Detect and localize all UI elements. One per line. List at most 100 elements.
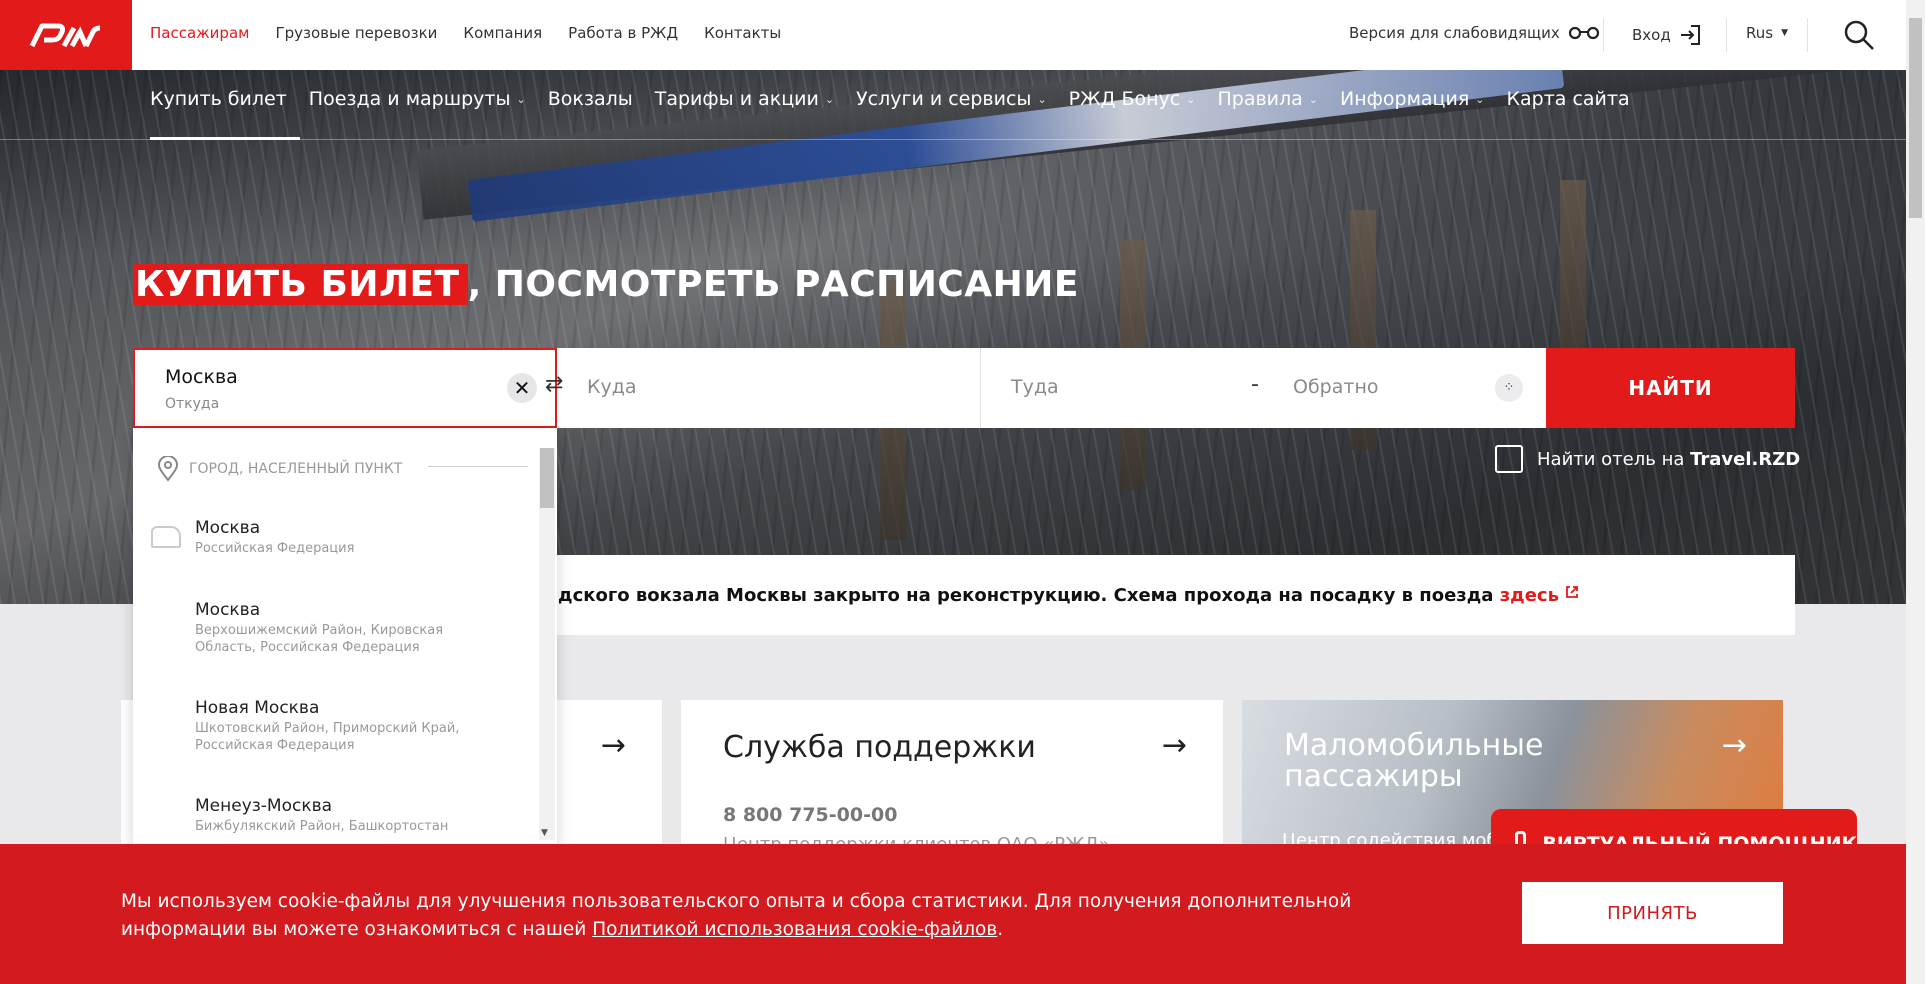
active-nav-indicator — [150, 137, 300, 140]
from-field[interactable]: Москва Откуда ✕ — [133, 348, 557, 428]
suggestion-item[interactable]: Москва Верхошижемский Район, Кировская О… — [195, 600, 495, 656]
notice-message: радского вокзала Москвы закрыто на рекон… — [533, 585, 1500, 606]
main-nav-rules[interactable]: Правила ⌄ — [1217, 88, 1318, 110]
login-label: Вход — [1632, 26, 1671, 44]
cookie-policy-link[interactable]: Политикой использования cookie-файлов — [592, 919, 997, 940]
page-title: КУПИТЬ БИЛЕТ, ПОСМОТРЕТЬ РАСПИСАНИЕ — [133, 264, 1079, 305]
from-label: Откуда — [165, 396, 220, 412]
find-hotel-checkbox[interactable]: Найти отель на Travel.RZD — [1495, 445, 1800, 473]
main-nav: Купить билет Поезда и маршруты ⌄ Вокзалы … — [150, 88, 1630, 110]
suggestion-desc: Бижбулякский Район, Башкортостан — [195, 819, 449, 834]
accept-cookies-button[interactable]: ПРИНЯТЬ — [1522, 882, 1783, 944]
chevron-down-icon: ⌄ — [516, 92, 526, 106]
date-dash: - — [1251, 372, 1259, 397]
suggestion-desc: Шкотовский Район, Приморский Край, Росси… — [195, 721, 460, 753]
main-nav-label: Купить билет — [150, 88, 287, 110]
search-icon[interactable] — [1843, 19, 1875, 51]
arrow-right-icon: → — [600, 728, 626, 763]
login-link[interactable]: Вход — [1632, 24, 1701, 46]
suggestion-name: Менеуз-Москва — [195, 796, 333, 816]
main-nav-label: РЖД Бонус — [1068, 88, 1181, 110]
swap-icon[interactable]: ⇄ — [545, 372, 563, 397]
top-nav-cargo[interactable]: Грузовые перевозки — [275, 24, 437, 42]
suggestion-desc: Верхошижемский Район, Кировская Область,… — [195, 623, 444, 655]
rzd-logo[interactable] — [0, 0, 132, 70]
dropdown-scrollbar[interactable]: ▼ — [539, 448, 555, 840]
ticket-search-form: Москва Откуда ✕ ⇄ Куда Туда - Обратно ⁘ … — [133, 348, 1795, 428]
arrow-right-icon: → — [1161, 728, 1187, 763]
caret-down-icon: ▼ — [1781, 28, 1788, 38]
cookie-end: . — [997, 919, 1004, 940]
checkbox-icon[interactable] — [1495, 445, 1523, 473]
return-date-field[interactable]: Обратно — [1293, 376, 1379, 398]
calendar-icon[interactable]: ⁘ — [1495, 374, 1523, 402]
main-nav-tariffs[interactable]: Тарифы и акции ⌄ — [655, 88, 834, 110]
main-nav-bonus[interactable]: РЖД Бонус ⌄ — [1069, 88, 1196, 110]
hotel-label: Найти отель на Travel.RZD — [1537, 449, 1800, 470]
external-link-icon — [1566, 586, 1579, 598]
cookie-message: Мы используем cookie-файлы для улучшения… — [121, 888, 1471, 944]
scrollbar-thumb[interactable] — [540, 448, 554, 508]
main-nav-label: Тарифы и акции — [654, 88, 819, 110]
suggestion-item[interactable]: Новая Москва Шкотовский Район, Приморски… — [195, 698, 495, 754]
top-nav-contacts[interactable]: Контакты — [704, 24, 781, 42]
dropdown-header-label: ГОРОД, НАСЕЛЕННЫЙ ПУНКТ — [189, 461, 403, 477]
top-nav-jobs[interactable]: Работа в РЖД — [568, 24, 678, 42]
main-nav-label: Карта сайта — [1506, 88, 1630, 110]
chevron-down-icon: ⌄ — [1308, 92, 1319, 106]
clear-icon[interactable]: ✕ — [507, 373, 537, 403]
suggestion-item[interactable]: Менеуз-Москва Бижбулякский Район, Башкор… — [195, 796, 495, 835]
main-nav-label: Услуги и сервисы — [856, 88, 1032, 110]
main-nav-label: Правила — [1217, 88, 1303, 110]
support-title: Служба поддержки — [723, 730, 1036, 765]
top-nav: Пассажирам Грузовые перевозки Компания Р… — [150, 24, 781, 42]
chevron-down-icon: ⌄ — [1475, 92, 1485, 106]
main-nav-label: Поезда и маршруты — [308, 88, 511, 110]
depart-date-field[interactable]: Туда — [1011, 376, 1059, 398]
suggestion-name: Москва — [195, 600, 261, 620]
top-nav-company[interactable]: Компания — [463, 24, 542, 42]
top-nav-passengers[interactable]: Пассажирам — [150, 24, 249, 42]
main-nav-label: Информация — [1340, 88, 1470, 110]
find-button[interactable]: НАЙТИ — [1546, 348, 1795, 428]
from-value: Москва — [165, 366, 238, 388]
glasses-icon — [1568, 26, 1599, 40]
rzd-logo-icon — [29, 23, 101, 48]
main-nav-sitemap[interactable]: Карта сайта — [1507, 88, 1630, 110]
language-label: Rus — [1746, 24, 1774, 42]
page-scrollbar[interactable] — [1906, 0, 1925, 984]
suggestion-item[interactable]: Москва Российская Федерация — [195, 518, 495, 557]
notice-link[interactable]: здесь — [1500, 585, 1559, 606]
divider — [980, 348, 981, 428]
title-highlight: КУПИТЬ БИЛЕТ — [133, 264, 468, 305]
support-phone[interactable]: 8 800 775-00-00 — [723, 804, 897, 826]
accessibility-label: Версия для слабовидящих — [1349, 24, 1560, 42]
dropdown-header: ГОРОД, НАСЕЛЕННЫЙ ПУНКТ — [157, 456, 402, 482]
suggestion-name: Москва — [195, 518, 261, 538]
to-field[interactable]: Куда — [587, 376, 637, 398]
hotel-prefix: Найти отель на — [1537, 448, 1691, 470]
login-icon — [1680, 25, 1700, 45]
main-nav-info[interactable]: Информация ⌄ — [1340, 88, 1484, 110]
divider — [1807, 18, 1808, 52]
main-nav-trains[interactable]: Поезда и маршруты ⌄ — [309, 88, 526, 110]
suggestion-name: Новая Москва — [195, 698, 320, 718]
language-selector[interactable]: Rus ▼ — [1746, 24, 1788, 42]
main-nav-label: Вокзалы — [547, 88, 633, 110]
top-bar: Пассажирам Грузовые перевозки Компания Р… — [0, 0, 1906, 70]
train-icon — [151, 526, 181, 548]
arrow-right-icon: → — [1721, 728, 1747, 763]
chevron-down-icon: ⌄ — [1037, 92, 1047, 106]
main-nav-stations[interactable]: Вокзалы — [548, 88, 633, 110]
location-pin-icon — [157, 456, 179, 482]
chevron-down-icon: ⌄ — [1186, 92, 1196, 106]
accessibility-link[interactable]: Версия для слабовидящих — [1349, 24, 1600, 42]
scroll-down-icon[interactable]: ▼ — [541, 828, 548, 838]
cookie-banner: Мы используем cookie-файлы для улучшения… — [0, 844, 1906, 984]
scrollbar-thumb[interactable] — [1909, 18, 1922, 218]
main-nav-buy-ticket[interactable]: Купить билет — [150, 88, 287, 110]
main-nav-services[interactable]: Услуги и сервисы ⌄ — [856, 88, 1047, 110]
from-suggestions-dropdown: ГОРОД, НАСЕЛЕННЫЙ ПУНКТ Москва Российска… — [133, 428, 557, 844]
chevron-down-icon: ⌄ — [824, 92, 835, 106]
title-rest: , ПОСМОТРЕТЬ РАСПИСАНИЕ — [467, 264, 1079, 305]
